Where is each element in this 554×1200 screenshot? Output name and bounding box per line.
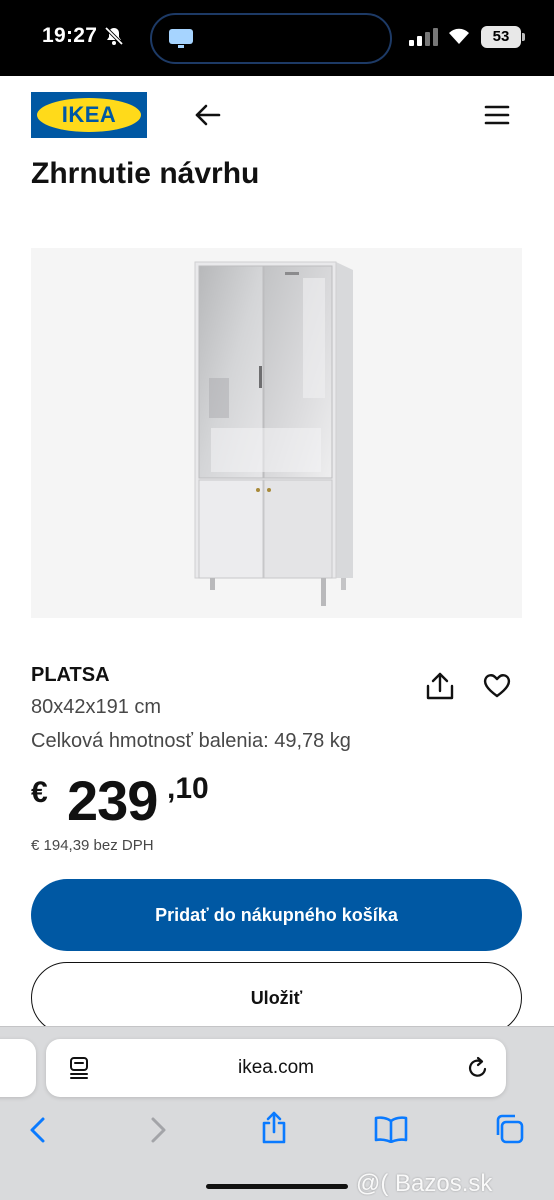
cabinet-illustration	[194, 261, 353, 606]
status-bar: 19:27 53	[0, 0, 554, 76]
save-button[interactable]: Uložiť	[31, 962, 522, 1034]
price-decimal: ,10	[167, 772, 209, 805]
cellular-signal-icon	[409, 28, 438, 46]
tabs-overview-icon[interactable]	[493, 1113, 525, 1145]
page-title: Zhrnutie návrhu	[31, 157, 260, 190]
battery-tip	[522, 33, 525, 41]
hamburger-menu-icon	[484, 105, 510, 125]
address-text[interactable]: ikea.com	[46, 1039, 506, 1097]
watermark: @( Bazos.sk	[356, 1170, 493, 1197]
product-weight: Celková hmotnosť balenia: 49,78 kg	[31, 730, 351, 752]
wishlist-button[interactable]	[482, 670, 512, 700]
logo-text: IKEA	[61, 102, 117, 127]
home-indicator	[206, 1184, 348, 1189]
reload-icon[interactable]	[466, 1056, 490, 1080]
address-bar[interactable]: ikea.com	[46, 1039, 506, 1097]
dynamic-island	[150, 13, 392, 64]
product-name: PLATSA	[31, 664, 110, 686]
price-excl-vat: € 194,39 bez DPH	[31, 837, 154, 854]
share-icon	[426, 672, 454, 700]
screen-mirroring-icon	[169, 29, 193, 48]
product-dimensions: 80x42x191 cm	[31, 696, 162, 718]
bookmarks-icon[interactable]	[374, 1115, 408, 1143]
price-integer: 239	[67, 769, 158, 832]
menu-button[interactable]	[483, 103, 511, 127]
add-to-cart-button[interactable]: Pridať do nákupného košíka	[31, 879, 522, 951]
browser-forward-icon[interactable]	[146, 1115, 170, 1145]
share-button[interactable]	[424, 670, 456, 702]
heart-icon	[483, 674, 511, 698]
price-currency: €	[31, 776, 48, 809]
back-button[interactable]	[193, 101, 223, 129]
ikea-logo[interactable]: IKEA	[31, 92, 147, 138]
status-time: 19:27	[42, 24, 98, 47]
reader-mode-icon[interactable]	[68, 1056, 90, 1080]
arrow-left-icon	[195, 104, 221, 126]
battery-level: 53	[481, 26, 521, 48]
product-image[interactable]	[31, 248, 522, 618]
previous-tab-preview[interactable]	[0, 1039, 36, 1097]
bell-slash-icon	[104, 26, 124, 46]
browser-toolbar: ikea.com @(Bazos.sk	[0, 1026, 554, 1200]
browser-share-icon[interactable]	[259, 1111, 289, 1145]
wifi-icon	[449, 28, 469, 44]
browser-back-icon[interactable]	[26, 1115, 50, 1145]
